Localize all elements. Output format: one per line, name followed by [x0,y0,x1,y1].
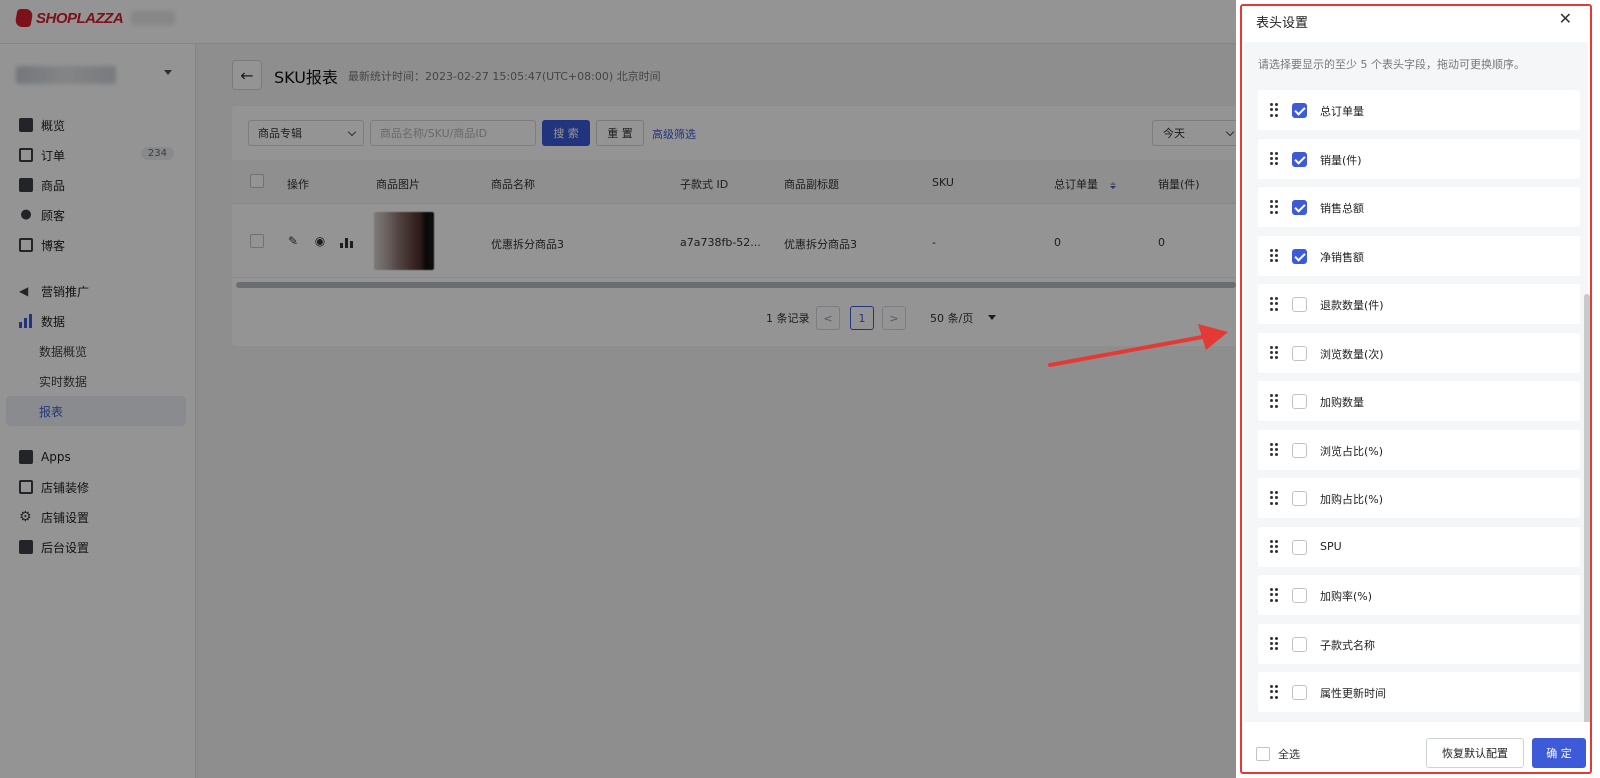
column-field-row[interactable]: 总订单量 [1258,90,1580,130]
field-label: 加购数量 [1320,396,1364,409]
checkbox-box [1256,747,1270,761]
field-checkbox[interactable] [1292,588,1307,603]
field-label: 加购占比(%) [1320,493,1384,506]
drag-handle-icon[interactable] [1270,345,1278,360]
column-field-row[interactable]: 净销售额 [1258,235,1580,276]
column-field-row[interactable]: 加购占比(%) [1258,478,1580,518]
column-field-row[interactable]: 属性更新时间 [1258,672,1580,712]
annotation-arrow [1048,324,1228,367]
modal-overlay[interactable] [0,0,1236,778]
field-checkbox[interactable] [1292,685,1307,700]
column-field-row[interactable]: 销售总额 [1258,187,1580,227]
field-checkbox[interactable] [1292,200,1307,215]
column-field-row[interactable]: 子款式名称 [1258,623,1580,664]
column-field-row[interactable]: 退款数量(件) [1258,284,1580,324]
field-label: 销售总额 [1320,202,1364,215]
drag-handle-icon[interactable] [1270,685,1278,699]
column-field-row[interactable]: 加购率(%) [1258,575,1580,615]
column-settings-drawer: 表头设置 ✕ 请选择要显示的至少 5 个表头字段，拖动可更换顺序。 总订单量销量… [1236,0,1600,778]
drag-handle-icon[interactable] [1270,297,1278,311]
arrow-head [1198,324,1228,350]
select-all-checkbox[interactable]: 全选 [1256,746,1300,762]
field-label: 子款式名称 [1320,638,1375,652]
field-checkbox[interactable] [1292,394,1307,409]
column-field-row[interactable]: 浏览占比(%) [1258,429,1580,470]
column-field-row[interactable]: 销量(件) [1258,138,1580,179]
drawer-body: 请选择要显示的至少 5 个表头字段，拖动可更换顺序。 总订单量销量(件) 销售总额… [1244,42,1588,722]
close-icon[interactable]: ✕ [1559,10,1572,28]
drag-handle-icon[interactable] [1270,588,1278,602]
restore-default-button[interactable]: 恢复默认配置 [1426,738,1524,768]
field-label: 退款数量(件) [1320,299,1384,312]
field-label: 净销售额 [1320,250,1364,264]
field-checkbox[interactable] [1292,103,1307,118]
drawer-scrollbar[interactable] [1584,294,1590,724]
drag-handle-icon[interactable] [1270,442,1278,457]
field-label: 属性更新时间 [1320,687,1386,700]
field-label: SPU [1320,539,1342,553]
drag-handle-icon[interactable] [1270,151,1278,166]
field-checkbox[interactable] [1292,151,1307,167]
field-label: 总订单量 [1320,105,1364,118]
drag-handle-icon[interactable] [1270,394,1278,408]
field-checkbox[interactable] [1292,248,1307,264]
field-checkbox[interactable] [1292,442,1307,458]
column-field-row[interactable]: 浏览数量(次) [1258,332,1580,373]
field-checkbox[interactable] [1292,297,1307,312]
column-field-row[interactable]: SPU [1258,526,1580,567]
drawer-title: 表头设置 [1256,16,1309,31]
drag-handle-icon[interactable] [1270,491,1278,505]
field-label: 浏览数量(次) [1320,347,1384,361]
drag-handle-icon[interactable] [1270,103,1278,117]
drag-handle-icon[interactable] [1270,539,1278,554]
select-all-label: 全选 [1278,748,1300,761]
field-checkbox[interactable] [1292,491,1307,506]
drag-handle-icon[interactable] [1270,248,1278,263]
drag-handle-icon[interactable] [1270,636,1278,651]
drawer-inner: 表头设置 ✕ 请选择要显示的至少 5 个表头字段，拖动可更换顺序。 总订单量销量… [1240,4,1592,778]
field-checkbox[interactable] [1292,636,1307,652]
column-field-row[interactable]: 加购数量 [1258,381,1580,421]
confirm-button[interactable]: 确 定 [1532,738,1586,768]
drawer-tip-text: 请选择要显示的至少 5 个表头字段，拖动可更换顺序。 [1258,58,1525,71]
arrow-shaft [1048,334,1210,367]
drawer-footer: 全选 恢复默认配置 确 定 [1240,722,1592,778]
field-checkbox[interactable] [1292,345,1307,361]
drag-handle-icon[interactable] [1270,200,1278,214]
field-label: 加购率(%) [1320,590,1373,603]
field-checkbox[interactable] [1292,539,1307,555]
field-label: 浏览占比(%) [1320,444,1384,458]
field-label: 销量(件) [1320,153,1362,167]
